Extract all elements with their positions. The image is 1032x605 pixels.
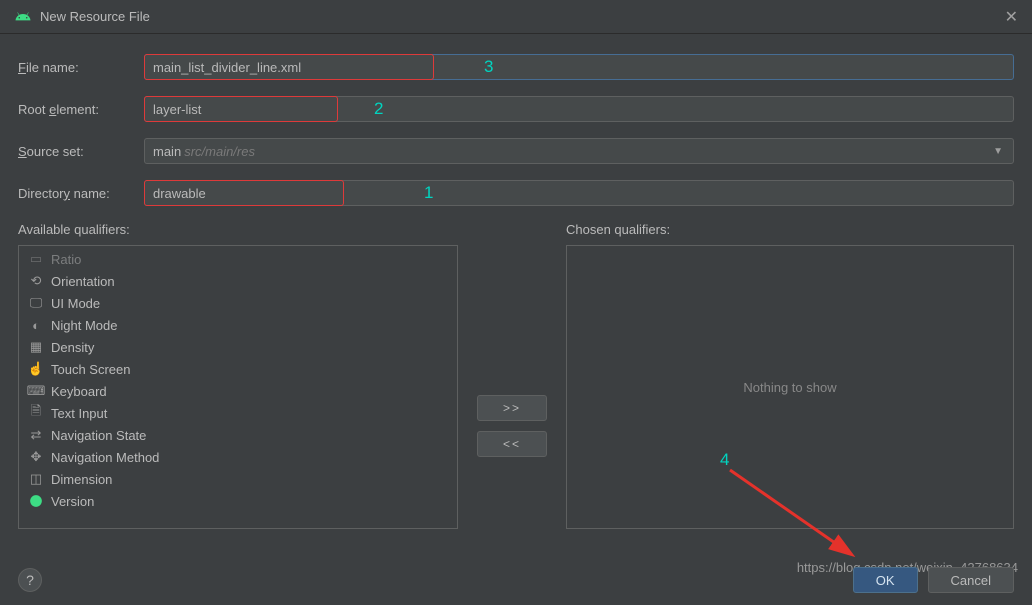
uimode-icon: 🖵 bbox=[27, 294, 45, 312]
nothing-to-show: Nothing to show bbox=[743, 380, 836, 395]
window-title: New Resource File bbox=[40, 9, 1005, 24]
remove-qualifier-button[interactable]: << bbox=[477, 431, 547, 457]
qualifier-textinput[interactable]: 🗎Text Input bbox=[19, 402, 457, 424]
row-dirname: Directory name:Directory name: 1 bbox=[18, 180, 1014, 206]
available-label: Available qualifiers:Available qualifier… bbox=[18, 222, 458, 237]
dirname-label: Directory name:Directory name: bbox=[18, 186, 144, 201]
row-source: Source set:Source set: main src/main/res… bbox=[18, 138, 1014, 164]
dirname-input[interactable] bbox=[144, 180, 344, 206]
source-value: main bbox=[153, 144, 181, 159]
available-col: Available qualifiers:Available qualifier… bbox=[18, 222, 458, 529]
qualifier-navstate[interactable]: ⇄Navigation State bbox=[19, 424, 457, 446]
orientation-icon: ⟲ bbox=[27, 272, 45, 290]
keyboard-icon: ⌨ bbox=[27, 382, 45, 400]
available-list[interactable]: ▭Ratio ⟲Orientation 🖵UI Mode ◐Night Mode… bbox=[18, 245, 458, 529]
row-filename: FFile name:ile name: 3 bbox=[18, 54, 1014, 80]
annotation-1: 1 bbox=[404, 183, 433, 203]
qualifier-nightmode[interactable]: ◐Night Mode bbox=[19, 314, 457, 336]
night-icon: ◐ bbox=[27, 316, 45, 334]
chosen-list[interactable]: Nothing to show bbox=[566, 245, 1014, 529]
chevron-down-icon: ▼ bbox=[993, 146, 1003, 157]
qualifier-dimension[interactable]: ◫Dimension bbox=[19, 468, 457, 490]
version-icon bbox=[27, 492, 45, 510]
chosen-label: Chosen qualifiers:Chosen qualifiers: bbox=[566, 222, 1014, 237]
root-wrap: 2 bbox=[144, 96, 1014, 122]
bottom-bar: ? OK Cancel bbox=[18, 567, 1014, 593]
qualifier-touch[interactable]: ☝Touch Screen bbox=[19, 358, 457, 380]
source-label: Source set:Source set: bbox=[18, 144, 144, 159]
touch-icon: ☝ bbox=[27, 360, 45, 378]
annotation-4: 4 bbox=[720, 450, 729, 470]
root-label: Root element:Root element: bbox=[18, 102, 144, 117]
source-hint: src/main/res bbox=[184, 144, 255, 159]
root-input[interactable] bbox=[144, 96, 338, 122]
qualifier-buttons: >> << bbox=[470, 222, 554, 529]
qualifier-navmethod[interactable]: ✥Navigation Method bbox=[19, 446, 457, 468]
qualifier-uimode[interactable]: 🖵UI Mode bbox=[19, 292, 457, 314]
source-select[interactable]: main src/main/res ▼ bbox=[144, 138, 1014, 164]
navstate-icon: ⇄ bbox=[27, 426, 45, 444]
qualifier-orientation[interactable]: ⟲Orientation bbox=[19, 270, 457, 292]
close-icon[interactable]: ✕ bbox=[1005, 7, 1018, 27]
dimension-icon: ◫ bbox=[27, 470, 45, 488]
qualifier-ratio[interactable]: ▭Ratio bbox=[19, 248, 457, 270]
qualifier-version[interactable]: Version bbox=[19, 490, 457, 512]
filename-input[interactable] bbox=[144, 54, 434, 80]
help-button[interactable]: ? bbox=[18, 568, 42, 592]
ok-button[interactable]: OK bbox=[853, 567, 918, 593]
density-icon: ▦ bbox=[27, 338, 45, 356]
navmethod-icon: ✥ bbox=[27, 448, 45, 466]
qualifier-density[interactable]: ▦Density bbox=[19, 336, 457, 358]
titlebar: New Resource File ✕ bbox=[0, 0, 1032, 34]
textinput-icon: 🗎 bbox=[27, 404, 45, 422]
filename-label: FFile name:ile name: bbox=[18, 60, 144, 75]
ratio-icon: ▭ bbox=[27, 250, 45, 268]
content: FFile name:ile name: 3 Root element:Root… bbox=[0, 34, 1032, 539]
annotation-2: 2 bbox=[354, 99, 383, 119]
annotation-3: 3 bbox=[464, 57, 493, 77]
filename-wrap: 3 bbox=[144, 54, 1014, 80]
dirname-wrap: 1 bbox=[144, 180, 1014, 206]
add-qualifier-button[interactable]: >> bbox=[477, 395, 547, 421]
chosen-col: Chosen qualifiers:Chosen qualifiers: Not… bbox=[566, 222, 1014, 529]
row-root: Root element:Root element: 2 bbox=[18, 96, 1014, 122]
qualifiers-section: Available qualifiers:Available qualifier… bbox=[18, 222, 1014, 529]
android-icon bbox=[14, 8, 32, 26]
cancel-button[interactable]: Cancel bbox=[928, 567, 1014, 593]
qualifier-keyboard[interactable]: ⌨Keyboard bbox=[19, 380, 457, 402]
